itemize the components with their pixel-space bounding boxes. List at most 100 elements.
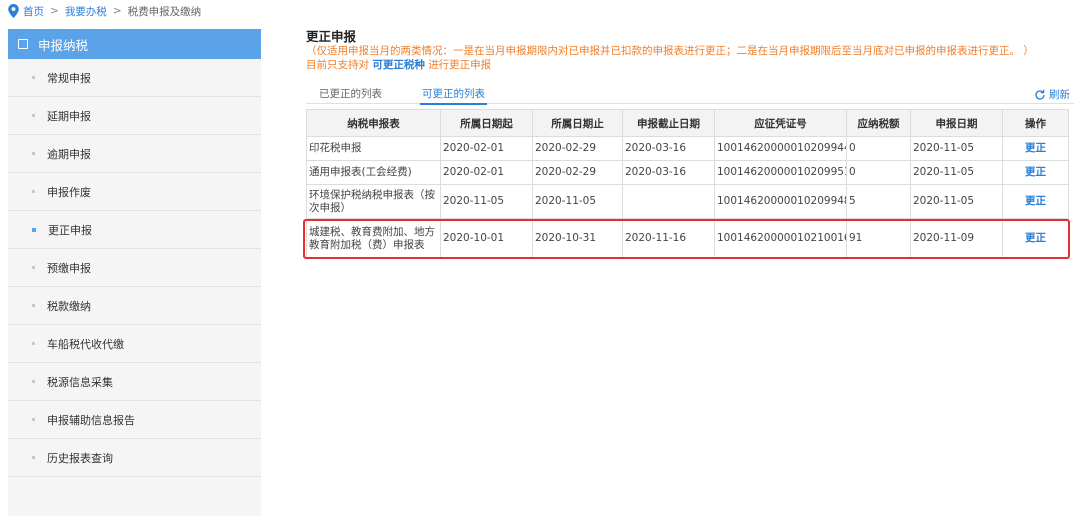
bullet-icon xyxy=(32,152,35,155)
correct-button[interactable]: 更正 xyxy=(1025,142,1046,154)
bullet-icon xyxy=(32,456,35,459)
cell-form: 通用申报表(工会经费) xyxy=(306,160,441,185)
bullet-icon xyxy=(32,266,35,269)
breadcrumb-home[interactable]: 首页 xyxy=(23,4,44,19)
cell-date: 2020-11-05 xyxy=(910,136,1003,161)
sidebar-item[interactable]: 延期申报 xyxy=(8,97,261,135)
sidebar-item-label: 更正申报 xyxy=(48,223,92,237)
cell-end: 2020-02-29 xyxy=(532,136,623,161)
sidebar: 申报纳税 常规申报延期申报逾期申报申报作废更正申报预缴申报税款缴纳车船税代收代缴… xyxy=(8,29,261,516)
col-header-start: 所属日期起 xyxy=(440,109,533,137)
sidebar-item[interactable]: 历史报表查询 xyxy=(8,439,261,477)
cell-voucher: 10014620000010209944 xyxy=(714,136,847,161)
breadcrumb-separator: > xyxy=(50,5,59,17)
usage-note: （仅适用申报当月的两类情况：一是在当月申报期限内对已申报并已扣款的申报表进行更正… xyxy=(306,45,1034,57)
declaration-table: 纳税申报表 所属日期起 所属日期止 申报截止日期 应征凭证号 应纳税额 申报日期… xyxy=(306,109,1069,259)
table-row: 印花税申报 2020-02-01 2020-02-29 2020-03-16 10014… xyxy=(306,136,1069,161)
cell-end: 2020-11-05 xyxy=(532,184,623,219)
sidebar-item[interactable]: 申报辅助信息报告 xyxy=(8,401,261,439)
sidebar-item[interactable]: 税源信息采集 xyxy=(8,363,261,401)
cell-date: 2020-11-05 xyxy=(910,184,1003,219)
cell-action: 更正 xyxy=(1002,184,1069,219)
cell-tax: 0 xyxy=(846,160,911,185)
table-row: 环境保护税纳税申报表（按次申报） 2020-11-05 2020-11-05 1001… xyxy=(306,184,1069,219)
sidebar-item[interactable]: 常规申报 xyxy=(8,59,261,97)
sidebar-item-label: 历史报表查询 xyxy=(47,451,113,465)
sidebar-item[interactable]: 预缴申报 xyxy=(8,249,261,287)
breadcrumb: 首页 > 我要办税 > 税费申报及缴纳 xyxy=(8,2,201,20)
col-header-form: 纳税申报表 xyxy=(306,109,441,137)
sidebar-item[interactable]: 申报作废 xyxy=(8,173,261,211)
cell-deadline: 2020-11-16 xyxy=(622,218,715,259)
sidebar-item-label: 车船税代收代缴 xyxy=(47,337,124,351)
correct-button[interactable]: 更正 xyxy=(1025,232,1046,244)
table-row: 通用申报表(工会经费) 2020-02-01 2020-02-29 2020-03-1… xyxy=(306,160,1069,185)
cell-tax: 0 xyxy=(846,136,911,161)
sidebar-item-label: 申报辅助信息报告 xyxy=(47,413,135,427)
bullet-icon xyxy=(32,114,35,117)
bullet-icon xyxy=(32,418,35,421)
cell-tax: 5 xyxy=(846,184,911,219)
sidebar-item[interactable]: 车船税代收代缴 xyxy=(8,325,261,363)
sidebar-item-label: 常规申报 xyxy=(47,71,91,85)
breadcrumb-current: 税费申报及缴纳 xyxy=(127,5,202,18)
bullet-icon xyxy=(32,304,35,307)
cell-form: 印花税申报 xyxy=(306,136,441,161)
sidebar-item-label: 税源信息采集 xyxy=(47,375,113,389)
sidebar-item[interactable]: 更正申报 xyxy=(8,211,261,249)
sidebar-item[interactable]: 税款缴纳 xyxy=(8,287,261,325)
cell-form: 城建税、教育费附加、地方教育附加税（费）申报表 xyxy=(306,218,441,259)
location-pin-icon xyxy=(8,4,19,18)
col-header-tax: 应纳税额 xyxy=(846,109,911,137)
sidebar-item-label: 延期申报 xyxy=(47,109,91,123)
sidebar-item-label: 申报作废 xyxy=(47,185,91,199)
sidebar-item[interactable]: 逾期申报 xyxy=(8,135,261,173)
cell-voucher: 10014620000010209951 xyxy=(714,160,847,185)
tab-bar: 已更正的列表 可更正的列表 刷新 xyxy=(306,87,1074,105)
cell-deadline xyxy=(622,184,715,219)
refresh-icon xyxy=(1035,89,1045,100)
cell-voucher: 10014620000010209948 xyxy=(714,184,847,219)
correct-button[interactable]: 更正 xyxy=(1025,166,1046,178)
cell-end: 2020-02-29 xyxy=(532,160,623,185)
cell-deadline: 2020-03-16 xyxy=(622,136,715,161)
tab-corrected-list[interactable]: 已更正的列表 xyxy=(319,87,382,103)
support-prefix: 目前只支持对 xyxy=(306,59,369,71)
col-header-deadline: 申报截止日期 xyxy=(622,109,715,137)
sidebar-header: 申报纳税 xyxy=(8,29,261,59)
sidebar-item-label: 逾期申报 xyxy=(47,147,91,161)
cell-start: 2020-02-01 xyxy=(440,160,533,185)
cell-deadline: 2020-03-16 xyxy=(622,160,715,185)
cell-action: 更正 xyxy=(1002,218,1069,259)
breadcrumb-separator: > xyxy=(112,5,122,17)
bullet-icon xyxy=(32,227,36,232)
breadcrumb-level2[interactable]: 我要办税 xyxy=(65,4,107,19)
refresh-label: 刷新 xyxy=(1049,89,1070,101)
support-suffix: 进行更正申报 xyxy=(428,59,492,71)
cell-tax: 91 xyxy=(846,218,911,259)
cell-action: 更正 xyxy=(1002,160,1069,185)
refresh-button[interactable]: 刷新 xyxy=(1034,87,1070,102)
cell-start: 2020-02-01 xyxy=(440,136,533,161)
correct-button[interactable]: 更正 xyxy=(1025,195,1046,207)
bullet-icon xyxy=(32,76,35,79)
correctable-tax-link[interactable]: 可更正税种 xyxy=(372,59,425,71)
tab-correctable-list[interactable]: 可更正的列表 xyxy=(420,87,487,105)
sidebar-title: 申报纳税 xyxy=(38,37,89,53)
main-content: 更正申报 （仅适用申报当月的两类情况：一是在当月申报期限内对已申报并已扣款的申报… xyxy=(306,29,1074,259)
cell-form: 环境保护税纳税申报表（按次申报） xyxy=(306,184,441,219)
cell-date: 2020-11-09 xyxy=(910,218,1003,259)
cell-end: 2020-10-31 xyxy=(532,218,623,259)
sidebar-item-label: 税款缴纳 xyxy=(47,299,91,313)
cell-voucher: 10014620000010210016 xyxy=(714,218,847,259)
cell-start: 2020-11-05 xyxy=(440,184,533,219)
page-title: 更正申报 xyxy=(306,29,357,44)
bullet-icon xyxy=(32,190,35,193)
support-note: 目前只支持对 可更正税种 进行更正申报 xyxy=(306,58,1074,72)
table-row: 城建税、教育费附加、地方教育附加税（费）申报表 2020-10-01 2020-10… xyxy=(306,218,1069,259)
sidebar-item-label: 预缴申报 xyxy=(47,261,91,275)
bullet-icon xyxy=(32,380,35,383)
bullet-icon xyxy=(32,342,35,345)
col-header-action: 操作 xyxy=(1002,109,1069,137)
cell-action: 更正 xyxy=(1002,136,1069,161)
